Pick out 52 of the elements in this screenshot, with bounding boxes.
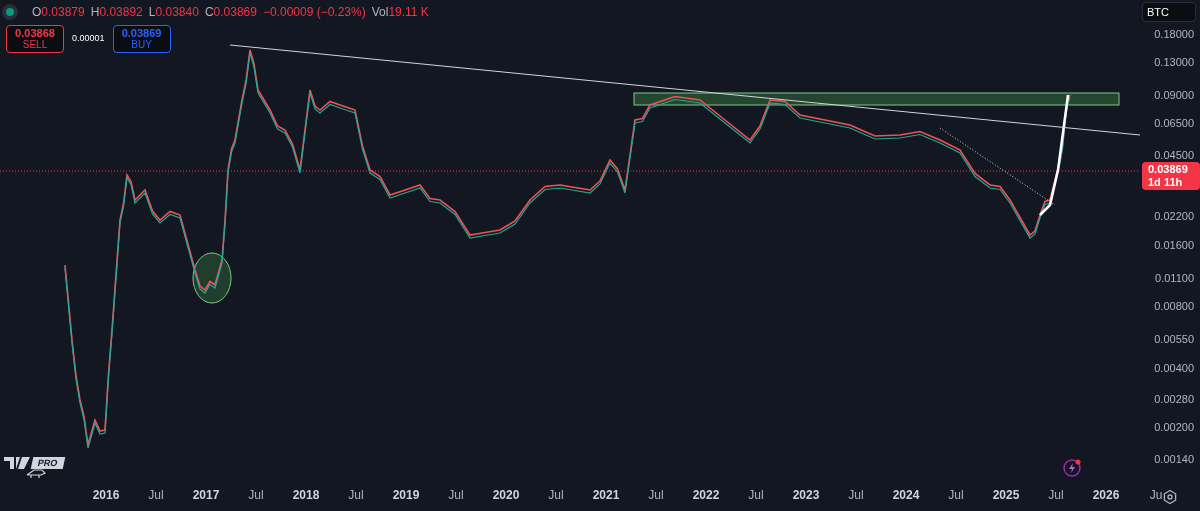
time-axis-label: 2018 [292,489,320,501]
time-axis-label: Ju [1149,489,1163,501]
price-axis-label: 0.00140 [1154,454,1194,465]
time-axis-label: Jul [648,489,664,501]
time-axis-label: Jul [548,489,564,501]
price-axis-label: 0.06500 [1154,118,1194,129]
time-axis-label: Jul [448,489,464,501]
price-axis-label: 0.00200 [1154,422,1194,433]
time-axis-label: Jul [848,489,864,501]
bull-icon [26,469,46,479]
lightning-icon[interactable] [1062,458,1082,478]
ohlc-value: L0.03840 [148,4,199,21]
price-axis-label: 0.09000 [1154,90,1194,101]
price-tag: 0.03869 1d 11h [1142,162,1200,190]
settings-icon[interactable] [1162,489,1178,505]
price-axis-label: 0.18000 [1154,29,1194,40]
price-axis-label: 0.13000 [1154,57,1194,68]
currency-selector[interactable]: BTC [1142,2,1196,22]
time-axis-label: 2025 [992,489,1020,501]
highlight-ellipse [192,252,232,304]
price-axis-label: 0.00800 [1154,301,1194,312]
time-axis-label: 2022 [692,489,720,501]
time-axis-label: Jul [748,489,764,501]
price-change: −0.00009 (−0.23%) [262,4,366,21]
price-axis-label: 0.01100 [1155,273,1194,284]
time-axis-label: Jul [948,489,964,501]
buy-button[interactable]: 0.03869 BUY [112,25,171,53]
ohlc-value: O0.03879 [32,4,85,21]
time-axis-label: 2019 [392,489,420,501]
time-axis-label: 2016 [92,489,120,501]
time-axis-label: Jul [248,489,264,501]
sell-button[interactable]: 0.03868 SELL [6,25,64,53]
logo-mark-icon [4,457,30,469]
price-axis-label: 0.01600 [1154,240,1194,251]
time-axis-label: 2024 [892,489,920,501]
time-axis-label: 2021 [592,489,620,501]
ohlc-value: H0.03892 [90,4,143,21]
time-axis-label: 2020 [492,489,520,501]
price-axis-label: 0.00280 [1154,394,1194,405]
price-axis-label: 0.02200 [1154,211,1194,222]
price-axis-label: 0.04500 [1154,150,1194,161]
spread-value: 0.00001 [72,32,105,46]
ohlc-value: C0.03869 [204,4,257,21]
time-axis-label: 2017 [192,489,220,501]
price-axis-label: 0.00400 [1154,363,1194,374]
time-axis-label: 2026 [1092,489,1120,501]
time-axis-label: Jul [1048,489,1064,501]
volume-value: Vol19.11 K [371,4,429,21]
price-axis-label: 0.00550 [1154,334,1194,345]
time-axis-label: Jul [348,489,364,501]
time-axis-label: 2023 [792,489,820,501]
time-axis-label: Jul [148,489,164,501]
